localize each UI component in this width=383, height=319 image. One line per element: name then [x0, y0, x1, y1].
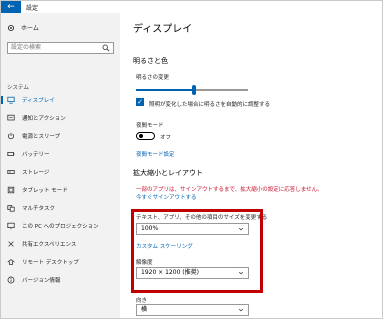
page-title: ディスプレイ — [133, 24, 193, 35]
home-link[interactable]: ホーム — [7, 23, 39, 32]
sidebar-item-power[interactable]: 電源とスリープ — [1, 128, 120, 144]
storage-icon — [7, 168, 15, 176]
sidebar-item-label: ストレージ — [22, 170, 50, 176]
sidebar-item-label: マルチタスク — [22, 206, 56, 212]
signout-link[interactable]: 今すぐサインアウトする — [136, 193, 197, 201]
battery-icon — [7, 150, 15, 158]
brightness-slider-thumb[interactable] — [192, 85, 196, 95]
search-icon — [102, 44, 110, 52]
sidebar-item-display[interactable]: ディスプレイ — [1, 92, 120, 108]
power-icon — [7, 132, 15, 140]
sidebar-item-label: バージョン情報 — [22, 278, 61, 284]
sidebar-item-shared-experiences[interactable]: 共有エクスペリエンス — [1, 236, 120, 252]
auto-brightness-checkbox[interactable]: ✓ — [136, 98, 144, 106]
multitask-icon — [7, 204, 15, 212]
night-mode-settings-link[interactable]: 夜間モード設定 — [136, 150, 175, 158]
sidebar-item-notifications[interactable]: 通知とアクション — [1, 110, 120, 126]
orientation-value: 横 — [141, 306, 148, 313]
brightness-slider[interactable] — [136, 85, 248, 95]
sidebar-item-label: ディスプレイ — [22, 98, 55, 104]
home-label: ホーム — [21, 25, 39, 32]
sidebar-item-label: この PC へのプロジェクション — [22, 224, 99, 230]
sidebar-item-label: リモート デスクトップ — [22, 260, 79, 266]
back-arrow-icon: ← — [7, 1, 15, 12]
brightness-label: 明るさの変更 — [136, 75, 170, 81]
auto-brightness-label: 照明が変化した場合に明るさを自動的に調整する — [149, 102, 271, 108]
app-title: 設定 — [26, 5, 39, 12]
projection-icon — [7, 222, 15, 230]
toggle-knob — [139, 134, 143, 138]
sidebar-item-battery[interactable]: バッテリー — [1, 146, 120, 162]
share-icon — [7, 240, 15, 248]
sidebar-item-tablet-mode[interactable]: タブレット モード — [1, 182, 120, 198]
main-content: ディスプレイ 明るさと色 明るさの変更 ✓ 照明が変化した場合に明るさを自動的に… — [120, 13, 382, 318]
sidebar-item-label: タブレット モード — [22, 188, 68, 194]
sidebar-item-storage[interactable]: ストレージ — [1, 164, 120, 180]
sidebar-item-label: 通知とアクション — [22, 116, 66, 122]
orientation-label: 向き — [136, 298, 148, 304]
sidebar-item-label: バッテリー — [22, 152, 50, 158]
sidebar-item-projection[interactable]: この PC へのプロジェクション — [1, 218, 120, 234]
sidebar-item-label: 共有エクスペリエンス — [22, 242, 77, 248]
brightness-slider-fill — [136, 89, 192, 91]
info-icon — [7, 276, 15, 284]
brightness-heading: 明るさと色 — [133, 57, 168, 65]
notification-icon — [7, 114, 15, 122]
gear-icon — [7, 24, 15, 31]
title-bar: ← 設定 — [1, 1, 382, 13]
search-placeholder: 設定の検索 — [11, 44, 42, 51]
chevron-down-icon — [238, 308, 244, 312]
section-label: システム — [7, 85, 29, 91]
sidebar-item-multitasking[interactable]: マルチタスク — [1, 200, 120, 216]
back-button[interactable]: ← — [1, 1, 21, 13]
tablet-icon — [7, 186, 15, 194]
sidebar-item-remote-desktop[interactable]: リモート デスクトップ — [1, 254, 120, 270]
scale-heading: 拡大縮小とレイアウト — [133, 169, 203, 177]
search-input[interactable]: 設定の検索 — [7, 42, 114, 54]
remote-icon — [7, 258, 15, 266]
sidebar-item-label: 電源とスリープ — [22, 134, 61, 140]
checkmark-icon: ✓ — [137, 98, 143, 106]
night-mode-toggle[interactable] — [136, 132, 155, 140]
monitor-icon — [7, 96, 15, 104]
highlight-box — [131, 209, 263, 293]
warning-text: 一部のアプリは、サインアウトするまで、拡大縮小の設定に応答しません。 — [136, 187, 323, 193]
sidebar: ホーム 設定の検索 システム ディスプレイ 通知とアクション 電源とスリープ バ… — [1, 13, 120, 318]
sidebar-item-about[interactable]: バージョン情報 — [1, 272, 120, 288]
night-mode-label: 夜間モード — [136, 123, 164, 129]
night-mode-state: オフ — [160, 135, 172, 141]
orientation-dropdown[interactable]: 横 — [136, 304, 249, 316]
